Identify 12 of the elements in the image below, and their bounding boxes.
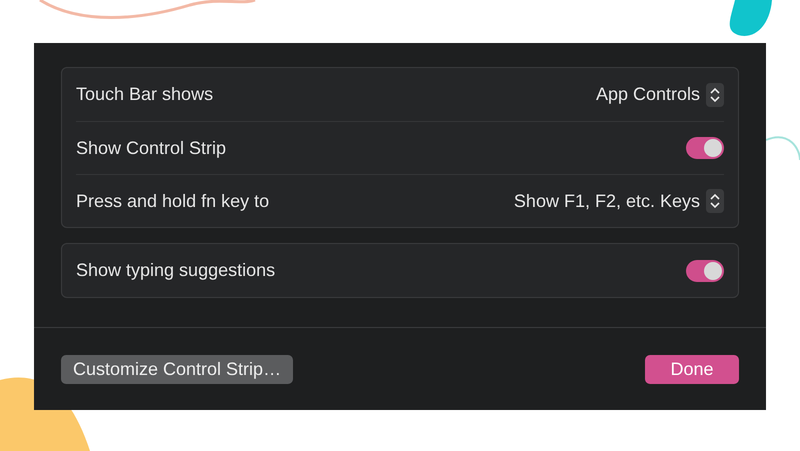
toggle-switch[interactable]	[686, 137, 724, 159]
popup-button[interactable]: App Controls	[596, 81, 724, 108]
setting-label: Show typing suggestions	[76, 259, 276, 282]
setting-label: Press and hold fn key to	[76, 190, 270, 213]
done-button[interactable]: Done	[645, 354, 739, 384]
up-down-chevron-icon	[706, 189, 724, 213]
customize-button[interactable]: Customize Control Strip…	[61, 354, 294, 384]
up-down-chevron-icon	[706, 82, 724, 106]
popup-button[interactable]: Show F1, F2, etc. Keys	[514, 188, 724, 214]
toggle-switch[interactable]	[686, 260, 724, 282]
setting-label: Touch Bar shows	[76, 83, 214, 106]
setting-label: Show Control Strip	[76, 136, 226, 160]
